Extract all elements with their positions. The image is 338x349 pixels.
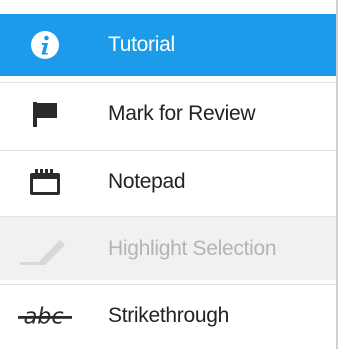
menu-item-tutorial[interactable]: Tutorial — [0, 14, 338, 76]
menu-item-highlight-selection: Highlight Selection — [0, 216, 338, 280]
menu-item-label: Mark for Review — [108, 101, 256, 125]
menu-item-notepad[interactable]: Notepad — [0, 150, 338, 212]
menu-item-label: Highlight Selection — [108, 236, 277, 260]
menu-item-strikethrough[interactable]: abc Strikethrough — [0, 284, 338, 346]
tools-menu: Tutorial Mark for Review Notepad Highlig… — [0, 0, 338, 349]
info-icon — [18, 14, 72, 76]
strikethrough-icon: abc — [18, 285, 72, 346]
menu-item-label: Strikethrough — [108, 303, 230, 327]
menu-item-mark-for-review[interactable]: Mark for Review — [0, 82, 338, 144]
highlighter-icon — [18, 217, 72, 280]
menu-top-spacer — [0, 0, 338, 14]
notepad-icon — [18, 151, 72, 212]
menu-item-label: Notepad — [108, 169, 186, 193]
menu-item-label: Tutorial — [108, 33, 175, 56]
flag-icon — [18, 83, 72, 144]
